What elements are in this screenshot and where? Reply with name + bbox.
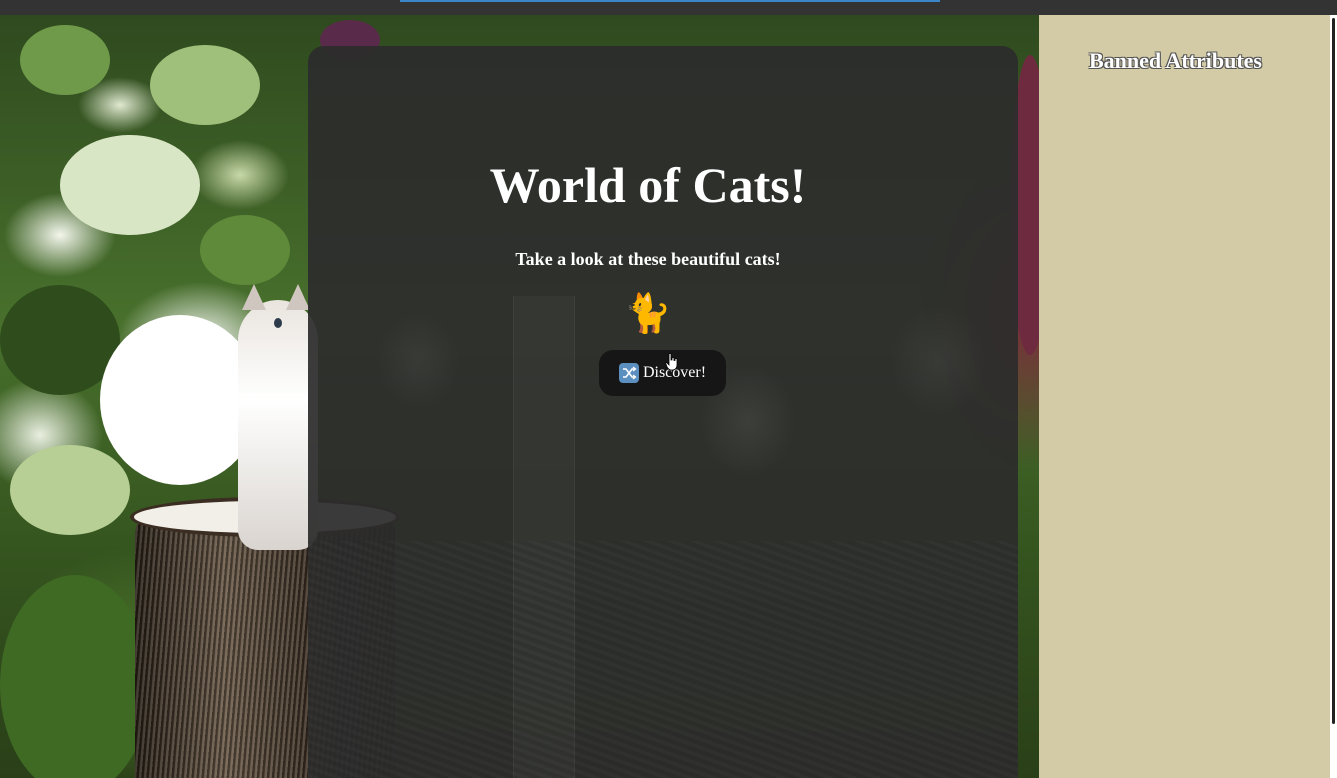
hand-pointer-icon (665, 353, 679, 376)
background-foliage (10, 445, 130, 535)
discover-button[interactable]: Discover! (599, 350, 726, 396)
background-kitten (238, 284, 318, 550)
page-subtitle: Take a look at these beautiful cats! (515, 249, 781, 269)
background-foliage (0, 575, 150, 778)
page: World of Cats! Take a look at these beau… (0, 0, 1337, 778)
background-foliage (200, 215, 290, 285)
background-foliage (60, 135, 200, 235)
background-foliage (100, 315, 260, 485)
main-card: World of Cats! Take a look at these beau… (308, 46, 1018, 778)
background-foliage (20, 25, 110, 95)
card-background-basket (308, 541, 1018, 778)
banned-attributes-sidebar: Banned Attributes (1039, 15, 1330, 778)
cat-icon: 🐈 (624, 293, 672, 335)
background-foliage (150, 45, 260, 125)
sidebar-title: Banned Attributes (1089, 48, 1262, 73)
scrollbar-thumb[interactable] (1332, 18, 1335, 724)
kitten-ear (242, 284, 266, 310)
address-bar-edge (400, 0, 940, 2)
kitten-eye (274, 318, 282, 328)
kitten-ear (286, 284, 310, 310)
browser-top-bar (0, 0, 1337, 15)
page-title: World of Cats! (489, 157, 807, 213)
shuffle-icon (618, 363, 639, 383)
